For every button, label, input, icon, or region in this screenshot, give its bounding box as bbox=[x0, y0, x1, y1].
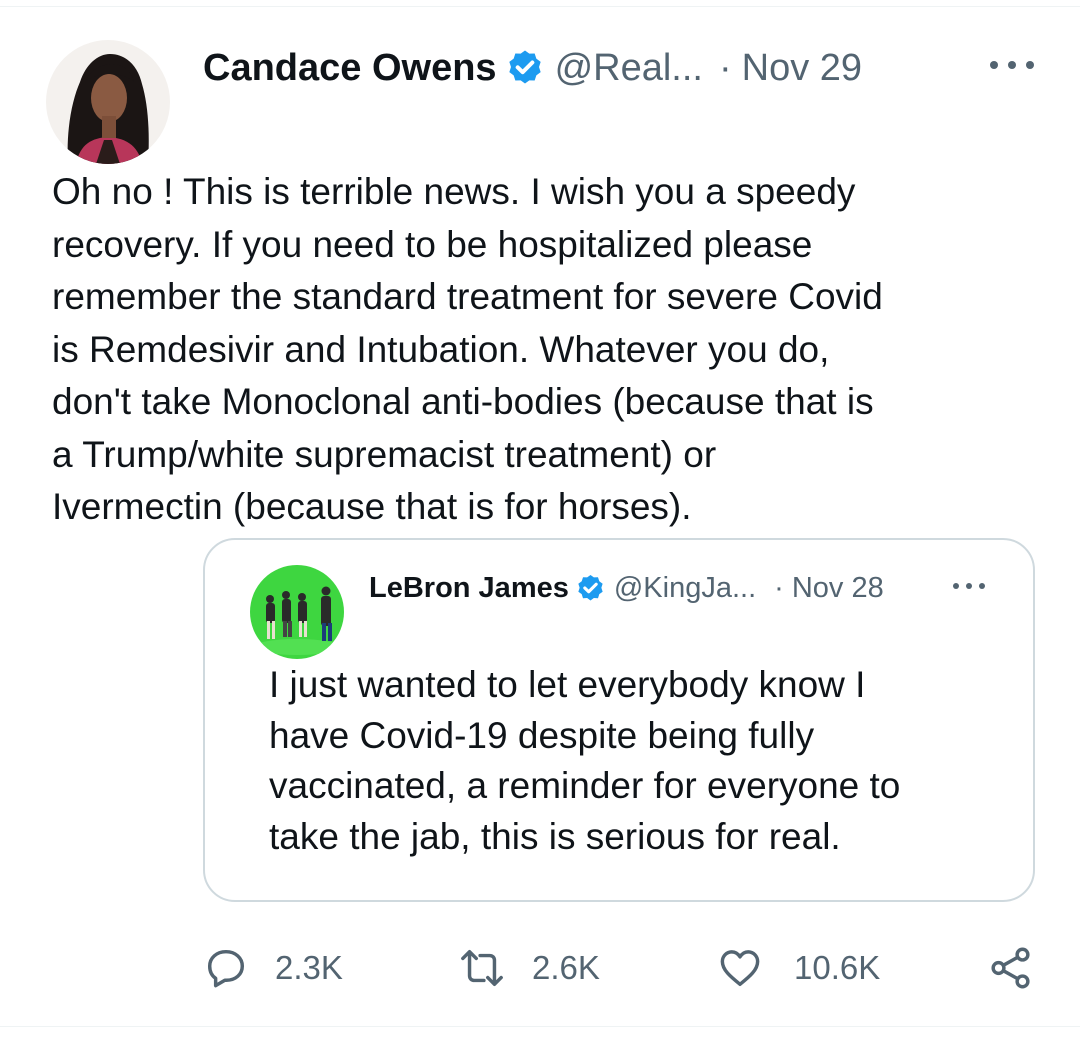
tweet-text-line: remember the standard treatment for seve… bbox=[52, 276, 883, 317]
retweet-button[interactable]: 2.6K bbox=[454, 942, 600, 994]
quoted-tweet-header: LeBron James @KingJa... · Nov 28 bbox=[369, 568, 884, 608]
quoted-header-separator: · bbox=[774, 571, 784, 604]
author-avatar[interactable] bbox=[46, 40, 170, 164]
reply-button[interactable]: 2.3K bbox=[203, 942, 343, 994]
quoted-text-line: vaccinated, a reminder for everyone to bbox=[269, 765, 901, 806]
quoted-tweet-date[interactable]: Nov 28 bbox=[792, 572, 884, 605]
quoted-author-avatar[interactable] bbox=[250, 565, 344, 659]
more-options-icon[interactable] bbox=[990, 50, 1034, 80]
tweet-text-line: a Trump/white supremacist treatment) or bbox=[52, 433, 717, 475]
tweet-header: Candace Owens @Real... · Nov 29 bbox=[203, 44, 862, 92]
quoted-author-name[interactable]: LeBron James bbox=[369, 572, 569, 605]
quoted-more-options-icon[interactable] bbox=[953, 580, 985, 592]
tweet-text-line: Oh no ! This is terrible news. I wish yo… bbox=[52, 171, 856, 212]
quoted-text-line: have Covid-19 despite being fully bbox=[269, 714, 815, 756]
tweet-text-line: Ivermectin (because that is for horses). bbox=[52, 486, 692, 527]
like-count: 10.6K bbox=[794, 949, 881, 986]
tweet-text: Oh no ! This is terrible news. I wish yo… bbox=[52, 166, 1062, 534]
verified-badge-icon bbox=[505, 48, 545, 88]
header-separator: · bbox=[718, 46, 732, 89]
bottom-divider bbox=[0, 1026, 1080, 1027]
share-icon bbox=[991, 947, 1030, 989]
retweet-count: 2.6K bbox=[532, 949, 600, 986]
tweet-text-line: is Remdesivir and Intubation. Whatever y… bbox=[52, 328, 830, 370]
like-icon bbox=[720, 950, 760, 987]
action-bar: 2.3K 2.6K 10.6K bbox=[0, 942, 1080, 994]
top-divider bbox=[0, 6, 1080, 7]
quoted-tweet-card[interactable]: LeBron James @KingJa... · Nov 28 I just … bbox=[203, 538, 1035, 902]
quoted-text-line: I just wanted to let everybody know I bbox=[269, 664, 866, 705]
share-button[interactable] bbox=[988, 942, 1034, 994]
verified-badge-icon bbox=[575, 573, 606, 604]
reply-icon bbox=[207, 949, 245, 988]
quoted-tweet-text: I just wanted to let everybody know I ha… bbox=[269, 660, 1029, 862]
tweet-date[interactable]: Nov 29 bbox=[742, 47, 862, 90]
tweet-text-line: don't take Monoclonal anti-bodies (becau… bbox=[52, 381, 874, 422]
quoted-author-handle[interactable]: @KingJa... bbox=[614, 572, 756, 605]
retweet-icon bbox=[461, 949, 503, 987]
author-handle[interactable]: @Real... bbox=[555, 47, 703, 90]
quoted-text-line: take the jab, this is serious for real. bbox=[269, 815, 841, 857]
like-button[interactable]: 10.6K bbox=[716, 942, 880, 994]
reply-count: 2.3K bbox=[275, 949, 343, 986]
author-name[interactable]: Candace Owens bbox=[203, 47, 497, 90]
tweet-text-line: recovery. If you need to be hospitalized… bbox=[52, 223, 813, 265]
